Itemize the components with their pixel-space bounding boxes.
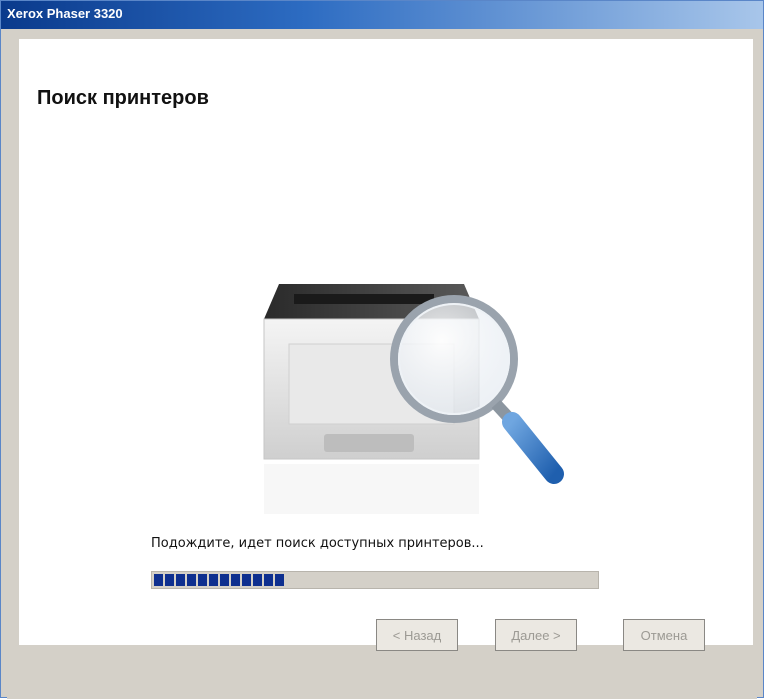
progress-block <box>242 574 251 586</box>
installer-window: Xerox Phaser 3320 Поиск принтеров Подожд… <box>0 0 764 699</box>
page-title: Поиск принтеров <box>37 87 209 109</box>
progress-block <box>209 574 218 586</box>
progress-block <box>176 574 185 586</box>
progress-block <box>154 574 163 586</box>
search-progress-bar <box>151 571 599 589</box>
progress-block <box>165 574 174 586</box>
status-text: Подождите, идет поиск доступных принтеро… <box>151 536 484 551</box>
progress-block <box>275 574 284 586</box>
next-button[interactable]: Далее > <box>495 619 577 651</box>
cancel-button[interactable]: Отмена <box>623 619 705 651</box>
title-bar[interactable]: Xerox Phaser 3320 <box>1 1 763 29</box>
back-button[interactable]: < Назад <box>376 619 458 651</box>
progress-block <box>220 574 229 586</box>
progress-block <box>231 574 240 586</box>
content-panel: Поиск принтеров Подождите, идет поиск до… <box>19 39 753 645</box>
progress-block <box>187 574 196 586</box>
progress-fill <box>154 574 284 586</box>
progress-block <box>253 574 262 586</box>
progress-block <box>198 574 207 586</box>
printer-with-magnifier-icon <box>263 284 564 514</box>
progress-block <box>264 574 273 586</box>
window-title: Xerox Phaser 3320 <box>7 6 123 21</box>
